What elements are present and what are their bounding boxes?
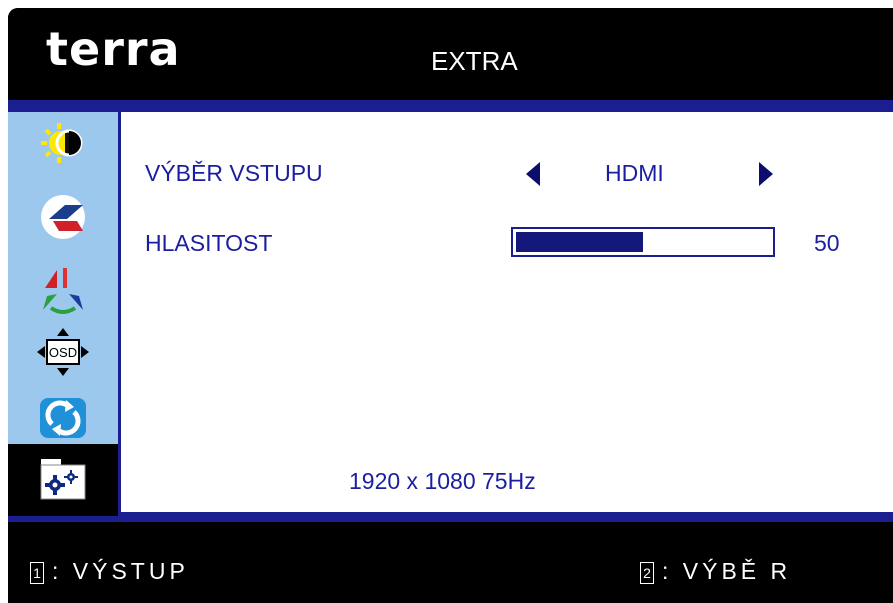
brightness-contrast-icon bbox=[41, 123, 83, 163]
color-icon bbox=[43, 268, 83, 314]
sidebar-item-brightness[interactable] bbox=[8, 118, 118, 168]
volume-label: HLASITOST bbox=[145, 230, 273, 256]
brand-logo: terra bbox=[46, 22, 181, 76]
select-key-hint[interactable]: 2 : VÝBĚ R bbox=[640, 558, 791, 585]
sidebar-item-reset[interactable] bbox=[8, 390, 118, 446]
svg-text:OSD: OSD bbox=[49, 345, 77, 360]
volume-slider-fill bbox=[516, 232, 643, 252]
sidebar-item-image[interactable] bbox=[8, 192, 118, 242]
exit-key-hint[interactable]: 1 : VÝSTUP bbox=[30, 558, 189, 585]
extra-settings-icon bbox=[40, 459, 86, 500]
osd-window: terra EXTRA OSD VÝBĚR VSTUPU HDMI HLASIT… bbox=[8, 8, 893, 603]
sidebar: OSD bbox=[8, 112, 118, 516]
content-panel: VÝBĚR VSTUPU HDMI HLASITOST 50 1920 x 10… bbox=[121, 112, 893, 512]
input-next-arrow-icon[interactable] bbox=[759, 162, 773, 186]
footer: 1 : VÝSTUP 2 : VÝBĚ R bbox=[8, 522, 893, 603]
sidebar-item-osd[interactable]: OSD bbox=[8, 324, 118, 380]
reset-icon bbox=[40, 398, 86, 438]
osd-settings-icon: OSD bbox=[37, 328, 89, 376]
exit-key-label: : VÝSTUP bbox=[52, 558, 189, 584]
sidebar-item-extra[interactable] bbox=[8, 452, 118, 510]
select-key-label: : VÝBĚ R bbox=[662, 558, 792, 584]
key-2-icon: 2 bbox=[640, 562, 654, 584]
page-title: EXTRA bbox=[431, 46, 518, 76]
key-1-icon: 1 bbox=[30, 562, 44, 584]
input-prev-arrow-icon[interactable] bbox=[526, 162, 540, 186]
input-select-value[interactable]: HDMI bbox=[605, 160, 664, 187]
input-select-label: VÝBĚR VSTUPU bbox=[145, 160, 323, 186]
volume-slider[interactable] bbox=[511, 227, 775, 257]
sidebar-item-color[interactable] bbox=[8, 262, 118, 318]
volume-value: 50 bbox=[814, 230, 840, 256]
resolution-info: 1920 x 1080 75Hz bbox=[349, 468, 536, 494]
header: terra EXTRA bbox=[8, 8, 893, 100]
image-position-icon bbox=[41, 195, 85, 239]
